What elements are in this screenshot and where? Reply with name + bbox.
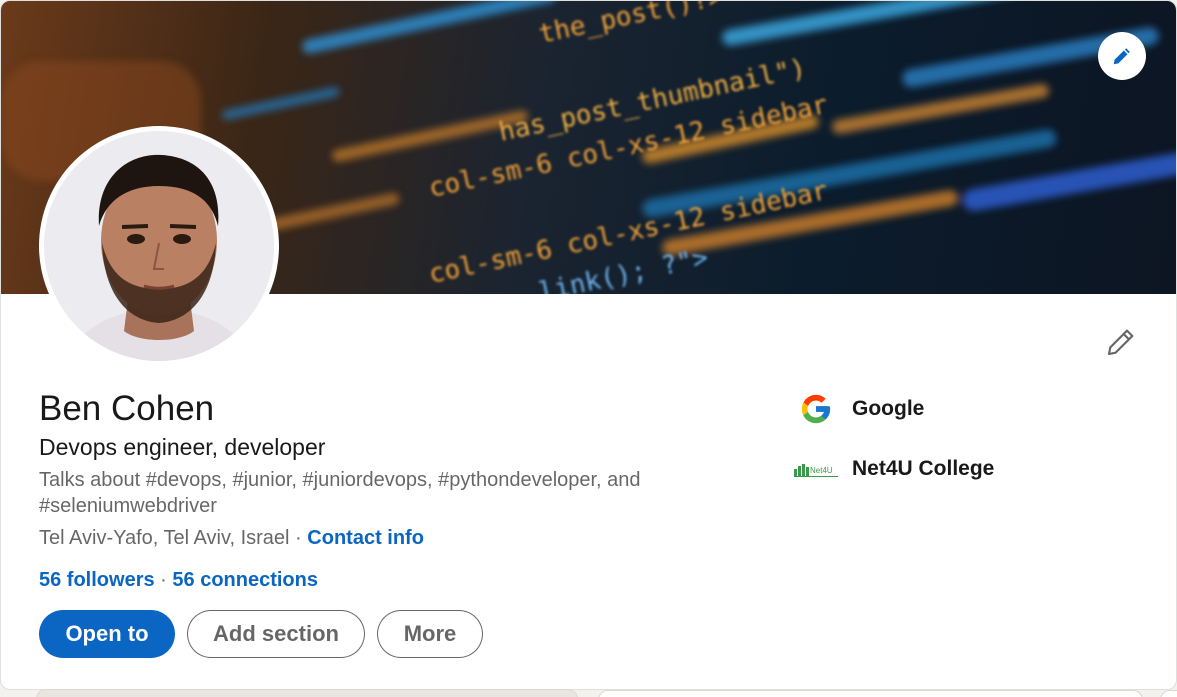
connections-separator: · <box>154 569 173 591</box>
connections-link[interactable]: 56 connections <box>172 569 318 591</box>
followers-link[interactable]: 56 followers <box>39 569 155 591</box>
network-row: 56 followers · 56 connections <box>39 567 318 593</box>
org-name: Google <box>852 397 925 420</box>
edit-intro-button[interactable] <box>1101 322 1141 362</box>
net4u-logo-text: Net4U <box>810 466 833 475</box>
profile-top-card: the_post()?> has_post_thumbnail") col-sm… <box>0 0 1177 690</box>
profile-headline: Devops engineer, developer <box>39 434 326 460</box>
pencil-icon <box>1107 329 1134 356</box>
next-card-middle-edge <box>598 690 1143 697</box>
open-to-button[interactable]: Open to <box>39 610 175 658</box>
google-logo-icon <box>801 394 831 424</box>
org-google[interactable]: Google <box>794 389 924 429</box>
next-card-left-edge <box>36 689 578 697</box>
google-logo <box>794 389 838 429</box>
profile-talks-about: Talks about #devops, #junior, #juniordev… <box>39 469 641 517</box>
org-net4u[interactable]: Net4U Net4U College <box>794 449 994 489</box>
more-button[interactable]: More <box>377 610 483 658</box>
location-separator: · <box>289 527 308 549</box>
pencil-icon <box>1113 48 1130 65</box>
edit-banner-button[interactable] <box>1098 32 1146 80</box>
add-section-button[interactable]: Add section <box>187 610 365 658</box>
profile-location-row: Tel Aviv-Yafo, Tel Aviv, Israel · Contac… <box>39 525 424 551</box>
net4u-logo-icon: Net4U <box>794 464 838 477</box>
banner-code-line-1: the_post()?> <box>536 1 726 50</box>
net4u-logo: Net4U <box>794 449 838 489</box>
org-name: Net4U College <box>852 457 995 480</box>
profile-location: Tel Aviv-Yafo, Tel Aviv, Israel <box>39 527 290 549</box>
next-card-right-edge <box>1160 690 1177 697</box>
profile-photo[interactable] <box>39 126 279 366</box>
contact-info-link[interactable]: Contact info <box>307 527 424 549</box>
avatar <box>44 131 274 361</box>
profile-name: Ben Cohen <box>39 389 215 428</box>
